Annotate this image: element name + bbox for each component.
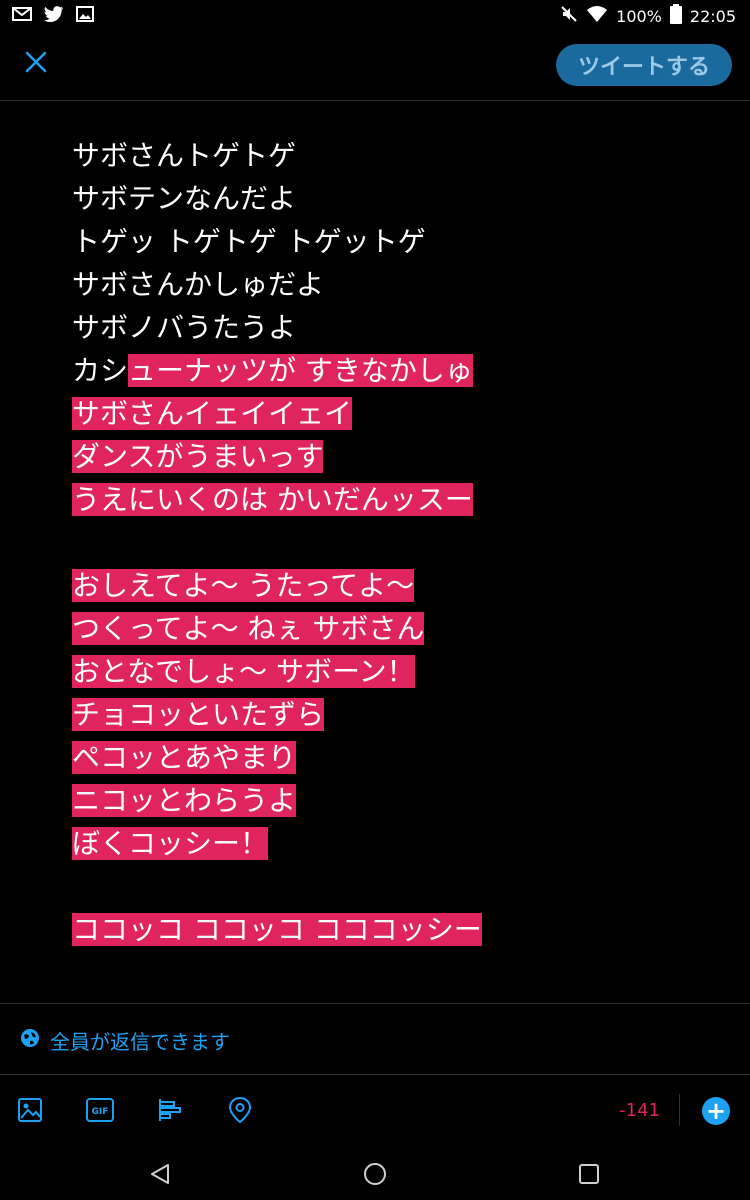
text-line: ニコッとわらうよ — [72, 779, 692, 822]
text-line-plain: サボノバうたうよ — [72, 311, 297, 344]
tweet-button[interactable]: ツイートする — [556, 44, 732, 86]
text-line-overflow-highlight: ぼくコッシー！ — [72, 827, 269, 860]
text-line-plain: サボテンなんだよ — [72, 182, 297, 215]
plus-icon: + — [705, 1097, 727, 1125]
text-line: おしえてよ～ うたってよ～ — [72, 564, 692, 607]
mute-icon — [560, 5, 578, 27]
text-line-plain: カシ — [72, 354, 129, 387]
text-line: ココッコ ココッコ コココッシー — [72, 908, 692, 951]
close-icon — [25, 51, 47, 77]
text-line-plain: トゲッ トゲトゲ トゲットゲ — [72, 225, 426, 258]
character-counter: -141 — [619, 1100, 660, 1121]
gif-icon[interactable]: GIF — [84, 1094, 116, 1126]
add-tweet-button[interactable]: + — [702, 1097, 730, 1125]
poll-icon[interactable] — [154, 1094, 186, 1126]
text-line: サボさんかしゅだよ — [72, 263, 692, 306]
text-line-overflow-highlight: ダンスがうまいっす — [72, 440, 324, 473]
gmail-icon — [12, 6, 32, 26]
status-bar: 100% 22:05 — [0, 0, 750, 32]
text-line-overflow-highlight: ココッコ ココッコ コココッシー — [72, 913, 482, 946]
text-line-overflow-highlight: おとなでしょ～ サボーン！ — [72, 655, 415, 688]
text-line: うえにいくのは かいだんッスー — [72, 478, 692, 521]
home-icon[interactable] — [361, 1160, 389, 1188]
battery-icon — [669, 4, 682, 28]
text-line — [72, 865, 692, 908]
text-line-overflow-highlight: ニコッとわらうよ — [72, 784, 297, 817]
text-line: サボさんトゲトゲ — [72, 134, 692, 177]
clock: 22:05 — [689, 6, 736, 26]
text-line: ペコッとあやまり — [72, 736, 692, 779]
gif-label: GIF — [92, 1107, 109, 1117]
status-bar-notifications — [12, 6, 94, 26]
status-bar-system: 100% 22:05 — [560, 4, 736, 28]
text-line-overflow-highlight: ペコッとあやまり — [72, 741, 297, 774]
text-line-overflow-highlight: チョコッといたずら — [72, 698, 325, 731]
text-line-plain: サボさんトゲトゲ — [72, 139, 297, 172]
globe-icon — [20, 1028, 40, 1053]
reply-setting-bar[interactable]: 全員が返信できます — [0, 1003, 750, 1075]
text-line — [72, 521, 692, 564]
gallery-icon — [76, 6, 94, 26]
battery-text: 100% — [616, 6, 662, 26]
text-line: おとなでしょ～ サボーン！ — [72, 650, 692, 693]
text-line: トゲッ トゲトゲ トゲットゲ — [72, 220, 692, 263]
reply-setting-label: 全員が返信できます — [50, 1030, 230, 1054]
wifi-icon — [586, 5, 608, 27]
toolbar-divider — [679, 1094, 680, 1126]
text-line: ダンスがうまいっす — [72, 435, 692, 478]
text-line-overflow-highlight: おしえてよ～ うたってよ～ — [72, 569, 415, 602]
text-line: つくってよ～ ねぇ サボさん — [72, 607, 692, 650]
location-icon[interactable] — [224, 1094, 256, 1126]
text-line: チョコッといたずら — [72, 693, 692, 736]
recents-icon[interactable] — [575, 1160, 603, 1188]
text-line: サボノバうたうよ — [72, 306, 692, 349]
text-line: サボテンなんだよ — [72, 177, 692, 220]
text-line-overflow-highlight: ューナッツが すきなかしゅ — [128, 354, 473, 387]
close-button[interactable] — [18, 46, 54, 82]
image-icon[interactable] — [14, 1094, 46, 1126]
text-line-plain: サボさんかしゅだよ — [72, 268, 325, 301]
back-icon[interactable] — [146, 1160, 174, 1188]
twitter-icon — [44, 6, 64, 26]
text-line: サボさんイェイイェイ — [72, 392, 692, 435]
text-line: カシューナッツが すきなかしゅ — [72, 349, 692, 392]
compose-toolbar: GIF -141 + — [0, 1074, 750, 1146]
text-line-overflow-highlight: つくってよ～ ねぇ サボさん — [72, 612, 425, 645]
text-line-overflow-highlight: うえにいくのは かいだんッスー — [72, 483, 473, 516]
system-nav-bar — [0, 1146, 750, 1200]
text-line: ぼくコッシー！ — [72, 822, 692, 865]
tweet-text-area[interactable]: サボさんトゲトゲ サボテンなんだよトゲッ トゲトゲ トゲットゲ サボさんかしゅだよサ… — [72, 134, 692, 951]
compose-header: ツイートする — [0, 32, 750, 101]
text-line-overflow-highlight: サボさんイェイイェイ — [72, 397, 353, 430]
